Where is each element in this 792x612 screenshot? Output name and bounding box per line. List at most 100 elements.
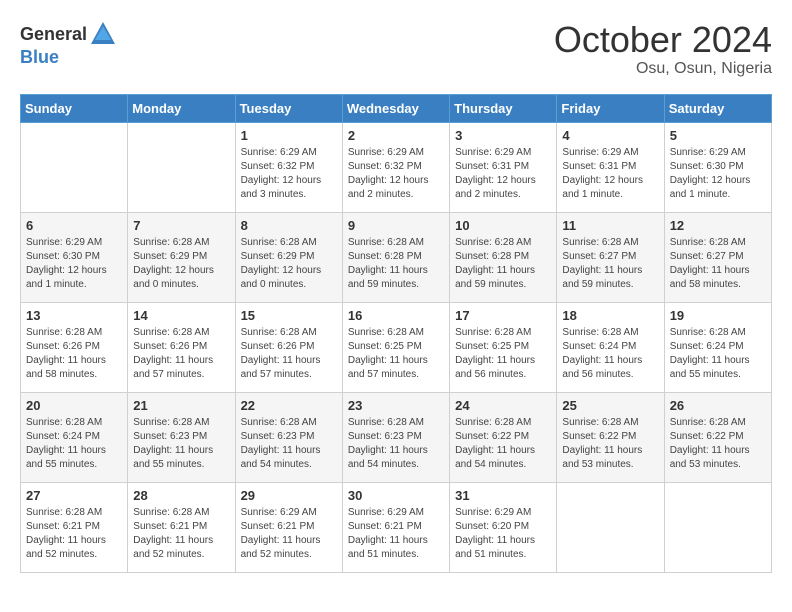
- day-number: 16: [348, 308, 444, 323]
- day-number: 6: [26, 218, 122, 233]
- calendar-week-2: 13 Sunrise: 6:28 AMSunset: 6:26 PMDayligh…: [21, 302, 772, 392]
- calendar-cell: 28 Sunrise: 6:28 AMSunset: 6:21 PMDayligh…: [128, 482, 235, 572]
- cell-content: Sunrise: 6:28 AMSunset: 6:23 PMDaylight:…: [348, 416, 444, 472]
- cell-content: Sunrise: 6:29 AMSunset: 6:31 PMDaylight:…: [562, 146, 658, 202]
- calendar-cell: 7Sunrise: 6:28 AMSunset: 6:29 PMDaylight…: [128, 212, 235, 302]
- calendar-cell: [664, 482, 771, 572]
- calendar-cell: 8Sunrise: 6:28 AMSunset: 6:29 PMDaylight…: [235, 212, 342, 302]
- day-number: 18: [562, 308, 658, 323]
- calendar-table: Sunday Monday Tuesday Wednesday Thursday…: [20, 94, 772, 573]
- day-number: 25: [562, 398, 658, 413]
- day-number: 22: [241, 398, 337, 413]
- day-number: 2: [348, 128, 444, 143]
- logo-general: General: [20, 25, 87, 43]
- cell-content: Sunrise: 6:28 AMSunset: 6:21 PMDaylight:…: [26, 506, 122, 562]
- day-number: 5: [670, 128, 766, 143]
- cell-content: Sunrise: 6:28 AMSunset: 6:27 PMDaylight:…: [562, 236, 658, 292]
- header-sunday: Sunday: [21, 94, 128, 122]
- calendar-cell: [128, 122, 235, 212]
- calendar-cell: 24 Sunrise: 6:28 AMSunset: 6:22 PMDayligh…: [450, 392, 557, 482]
- calendar-cell: 30 Sunrise: 6:29 AMSunset: 6:21 PMDayligh…: [342, 482, 449, 572]
- cell-content: Sunrise: 6:29 AMSunset: 6:20 PMDaylight:…: [455, 506, 551, 562]
- day-number: 17: [455, 308, 551, 323]
- header-thursday: Thursday: [450, 94, 557, 122]
- day-number: 31: [455, 488, 551, 503]
- header-friday: Friday: [557, 94, 664, 122]
- day-number: 24: [455, 398, 551, 413]
- logo-icon: [89, 20, 117, 48]
- day-number: 11: [562, 218, 658, 233]
- cell-content: Sunrise: 6:28 AMSunset: 6:28 PMDaylight:…: [455, 236, 551, 292]
- calendar-week-4: 27 Sunrise: 6:28 AMSunset: 6:21 PMDayligh…: [21, 482, 772, 572]
- calendar-cell: 19 Sunrise: 6:28 AMSunset: 6:24 PMDayligh…: [664, 302, 771, 392]
- cell-content: Sunrise: 6:29 AMSunset: 6:32 PMDaylight:…: [241, 146, 337, 202]
- page-header: General Blue October 2024 Osu, Osun, Nig…: [20, 20, 772, 78]
- calendar-cell: 23 Sunrise: 6:28 AMSunset: 6:23 PMDayligh…: [342, 392, 449, 482]
- cell-content: Sunrise: 6:28 AMSunset: 6:22 PMDaylight:…: [562, 416, 658, 472]
- calendar-cell: 21 Sunrise: 6:28 AMSunset: 6:23 PMDayligh…: [128, 392, 235, 482]
- calendar-cell: 15 Sunrise: 6:28 AMSunset: 6:26 PMDayligh…: [235, 302, 342, 392]
- calendar-cell: 29 Sunrise: 6:29 AMSunset: 6:21 PMDayligh…: [235, 482, 342, 572]
- cell-content: Sunrise: 6:29 AMSunset: 6:32 PMDaylight:…: [348, 146, 444, 202]
- cell-content: Sunrise: 6:28 AMSunset: 6:29 PMDaylight:…: [241, 236, 337, 292]
- calendar-week-0: 1 Sunrise: 6:29 AMSunset: 6:32 PMDaylight…: [21, 122, 772, 212]
- title-block: October 2024 Osu, Osun, Nigeria: [554, 20, 772, 78]
- cell-content: Sunrise: 6:28 AMSunset: 6:24 PMDaylight:…: [26, 416, 122, 472]
- cell-content: Sunrise: 6:28 AMSunset: 6:25 PMDaylight:…: [455, 326, 551, 382]
- cell-content: Sunrise: 6:28 AMSunset: 6:25 PMDaylight:…: [348, 326, 444, 382]
- day-number: 19: [670, 308, 766, 323]
- cell-content: Sunrise: 6:29 AMSunset: 6:30 PMDaylight:…: [670, 146, 766, 202]
- calendar-cell: 1 Sunrise: 6:29 AMSunset: 6:32 PMDaylight…: [235, 122, 342, 212]
- calendar-cell: 13 Sunrise: 6:28 AMSunset: 6:26 PMDayligh…: [21, 302, 128, 392]
- header-monday: Monday: [128, 94, 235, 122]
- day-number: 26: [670, 398, 766, 413]
- cell-content: Sunrise: 6:28 AMSunset: 6:22 PMDaylight:…: [455, 416, 551, 472]
- day-number: 10: [455, 218, 551, 233]
- cell-content: Sunrise: 6:28 AMSunset: 6:26 PMDaylight:…: [26, 326, 122, 382]
- cell-content: Sunrise: 6:29 AMSunset: 6:21 PMDaylight:…: [348, 506, 444, 562]
- calendar-cell: [21, 122, 128, 212]
- calendar-cell: 3 Sunrise: 6:29 AMSunset: 6:31 PMDaylight…: [450, 122, 557, 212]
- cell-content: Sunrise: 6:29 AMSunset: 6:31 PMDaylight:…: [455, 146, 551, 202]
- cell-content: Sunrise: 6:29 AMSunset: 6:21 PMDaylight:…: [241, 506, 337, 562]
- cell-content: Sunrise: 6:28 AMSunset: 6:23 PMDaylight:…: [133, 416, 229, 472]
- calendar-cell: 20 Sunrise: 6:28 AMSunset: 6:24 PMDayligh…: [21, 392, 128, 482]
- cell-content: Sunrise: 6:28 AMSunset: 6:26 PMDaylight:…: [241, 326, 337, 382]
- calendar-cell: 4 Sunrise: 6:29 AMSunset: 6:31 PMDaylight…: [557, 122, 664, 212]
- day-number: 1: [241, 128, 337, 143]
- day-number: 30: [348, 488, 444, 503]
- calendar-cell: 27 Sunrise: 6:28 AMSunset: 6:21 PMDayligh…: [21, 482, 128, 572]
- day-number: 4: [562, 128, 658, 143]
- logo-blue: Blue: [20, 47, 59, 67]
- day-number: 13: [26, 308, 122, 323]
- cell-content: Sunrise: 6:28 AMSunset: 6:28 PMDaylight:…: [348, 236, 444, 292]
- cell-content: Sunrise: 6:28 AMSunset: 6:27 PMDaylight:…: [670, 236, 766, 292]
- day-number: 23: [348, 398, 444, 413]
- location: Osu, Osun, Nigeria: [554, 60, 772, 78]
- calendar-cell: 17 Sunrise: 6:28 AMSunset: 6:25 PMDayligh…: [450, 302, 557, 392]
- month-title: October 2024: [554, 20, 772, 60]
- calendar-cell: 18 Sunrise: 6:28 AMSunset: 6:24 PMDayligh…: [557, 302, 664, 392]
- day-number: 29: [241, 488, 337, 503]
- header-tuesday: Tuesday: [235, 94, 342, 122]
- day-number: 12: [670, 218, 766, 233]
- day-number: 27: [26, 488, 122, 503]
- calendar-cell: [557, 482, 664, 572]
- calendar-cell: 9Sunrise: 6:28 AMSunset: 6:28 PMDaylight…: [342, 212, 449, 302]
- calendar-cell: 14Sunrise: 6:28 AMSunset: 6:26 PMDayligh…: [128, 302, 235, 392]
- cell-content: Sunrise: 6:28 AMSunset: 6:21 PMDaylight:…: [133, 506, 229, 562]
- day-number: 15: [241, 308, 337, 323]
- cell-content: Sunrise: 6:28 AMSunset: 6:24 PMDaylight:…: [562, 326, 658, 382]
- calendar-cell: 25 Sunrise: 6:28 AMSunset: 6:22 PMDayligh…: [557, 392, 664, 482]
- calendar-cell: 11 Sunrise: 6:28 AMSunset: 6:27 PMDayligh…: [557, 212, 664, 302]
- calendar-cell: 12 Sunrise: 6:28 AMSunset: 6:27 PMDayligh…: [664, 212, 771, 302]
- day-number: 20: [26, 398, 122, 413]
- header-row: Sunday Monday Tuesday Wednesday Thursday…: [21, 94, 772, 122]
- day-number: 3: [455, 128, 551, 143]
- day-number: 28: [133, 488, 229, 503]
- calendar-cell: 5 Sunrise: 6:29 AMSunset: 6:30 PMDaylight…: [664, 122, 771, 212]
- cell-content: Sunrise: 6:28 AMSunset: 6:29 PMDaylight:…: [133, 236, 229, 292]
- cell-content: Sunrise: 6:28 AMSunset: 6:24 PMDaylight:…: [670, 326, 766, 382]
- day-number: 21: [133, 398, 229, 413]
- cell-content: Sunrise: 6:28 AMSunset: 6:22 PMDaylight:…: [670, 416, 766, 472]
